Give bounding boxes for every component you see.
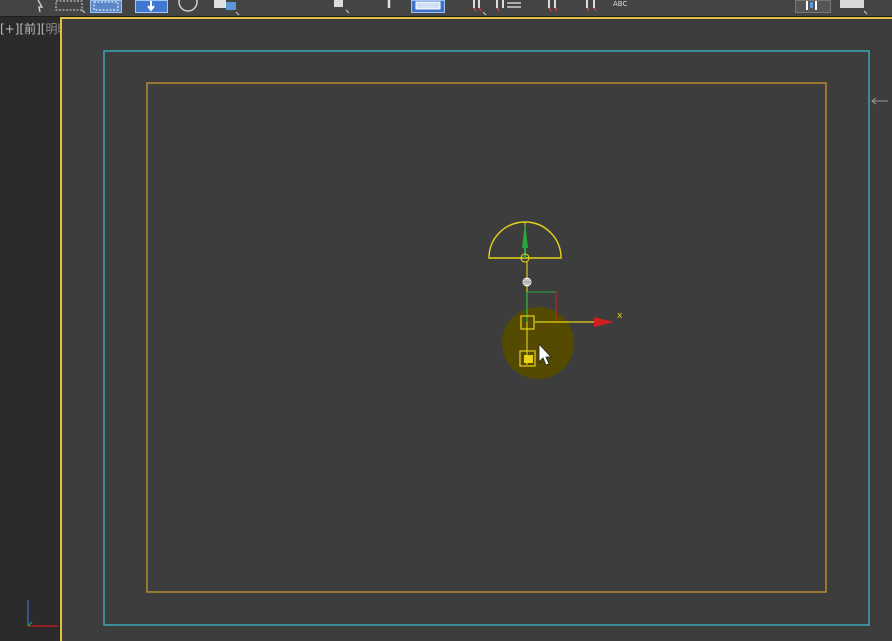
layer-icon[interactable]	[545, 0, 561, 13]
front-viewport[interactable]	[60, 17, 892, 641]
main-toolbar: ABC	[0, 0, 892, 17]
snap-toggle-icon[interactable]	[411, 0, 445, 13]
abc-text-icon[interactable]: ABC	[613, 0, 639, 13]
align-icon[interactable]	[494, 0, 524, 13]
viewport-plus-menu[interactable]: [+]	[0, 22, 19, 36]
viewport-view-menu[interactable]: [前]	[19, 22, 40, 36]
manipulate-icon[interactable]	[382, 0, 396, 13]
move-icon[interactable]	[135, 0, 168, 13]
pivot-icon[interactable]	[330, 0, 360, 14]
scale-icon[interactable]	[212, 0, 244, 16]
region-select-icon[interactable]	[54, 0, 86, 13]
render-frame-icon[interactable]	[838, 0, 872, 15]
abc-label: ABC	[613, 0, 628, 8]
mirror-icon[interactable]	[470, 0, 490, 16]
select-arrow-icon[interactable]	[30, 0, 46, 13]
left-viewport-strip	[0, 17, 60, 641]
render-setup-icon[interactable]	[795, 0, 831, 13]
curve-editor-icon[interactable]	[582, 0, 604, 13]
window-crossing-icon[interactable]	[90, 0, 122, 13]
rotate-icon[interactable]	[176, 0, 200, 13]
